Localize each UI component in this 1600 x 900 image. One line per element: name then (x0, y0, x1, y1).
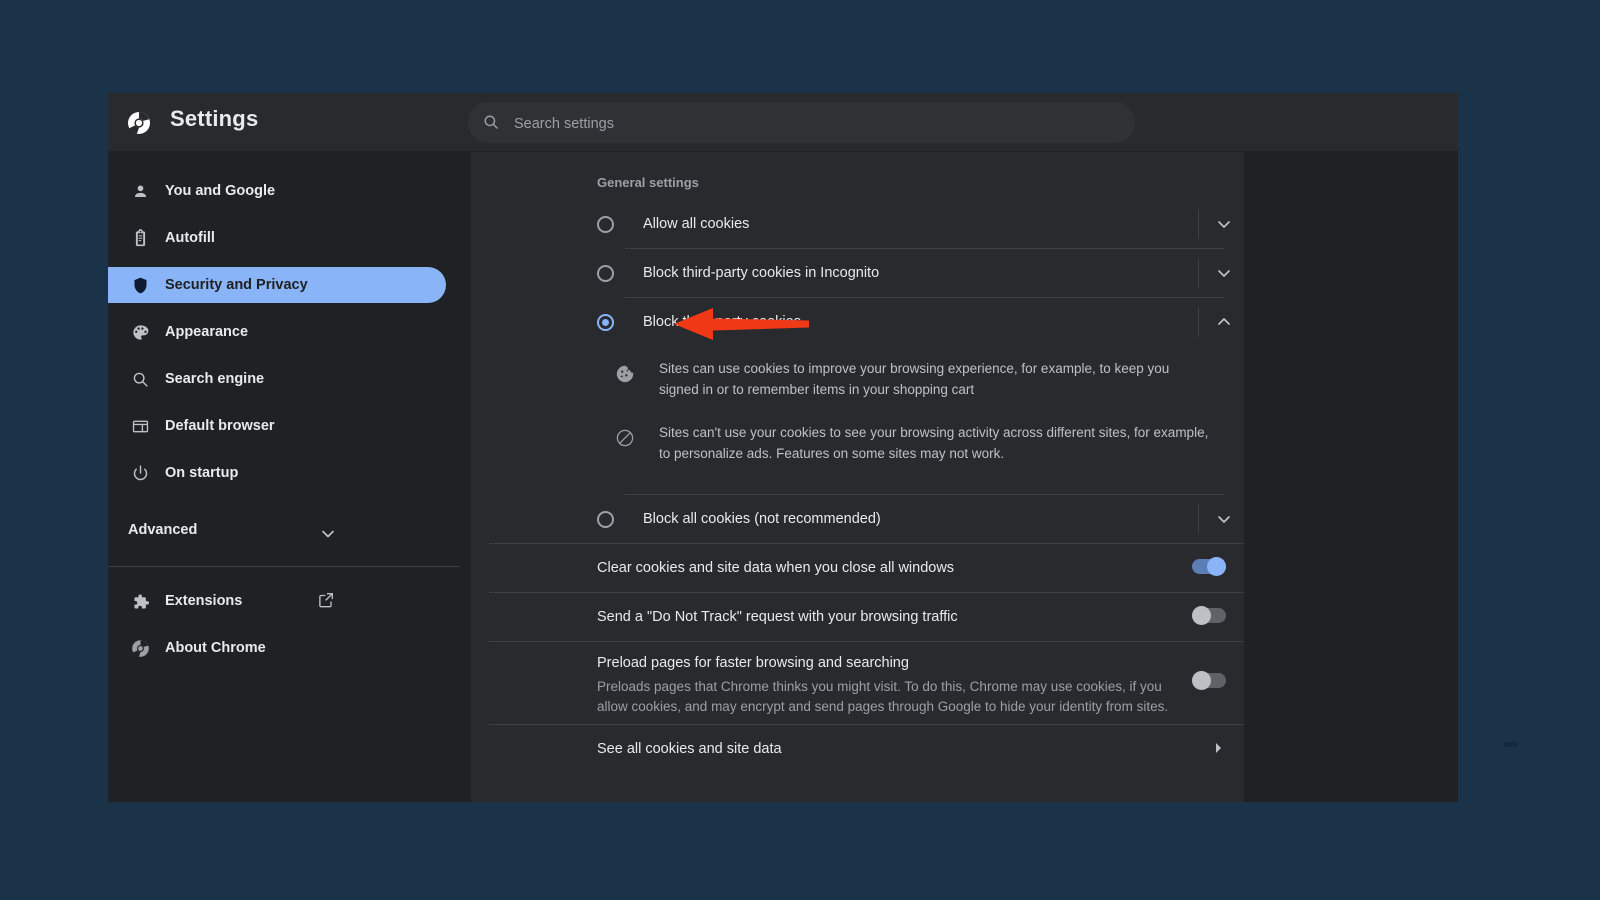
sidebar-item-autofill[interactable]: Autofill (108, 220, 446, 256)
toggle-knob (1192, 671, 1211, 690)
toggle-knob (1192, 606, 1211, 625)
palette-icon (130, 322, 150, 342)
person-icon (130, 181, 150, 201)
row-separator (1198, 307, 1199, 337)
sidebar-advanced-label: Advanced (128, 522, 197, 538)
toggle-row-preload-pages[interactable]: Preload pages for faster browsing and se… (489, 642, 1244, 724)
sidebar-item-search-engine[interactable]: Search engine (108, 361, 446, 397)
chevron-up-icon[interactable] (1215, 313, 1233, 331)
detail-text: Sites can use cookies to improve your br… (659, 358, 1212, 400)
chrome-logo-icon (130, 638, 150, 658)
chevron-down-icon[interactable] (1215, 510, 1233, 528)
screen-artifact (1504, 742, 1518, 747)
radio-row-block-all-cookies[interactable]: Block all cookies (not recommended) (489, 495, 1244, 543)
radio-label: Block third-party cookies in Incognito (643, 265, 879, 281)
detail-text: Sites can't use your cookies to see your… (659, 422, 1212, 464)
settings-sidebar: You and Google Autofill (108, 152, 470, 802)
sidebar-item-label: About Chrome (165, 640, 266, 656)
search-icon (482, 113, 500, 131)
sidebar-item-label: Appearance (165, 324, 248, 340)
toggle-row-clear-cookies-on-close[interactable]: Clear cookies and site data when you clo… (489, 544, 1244, 592)
power-icon (130, 463, 150, 483)
puzzle-icon (130, 591, 150, 611)
radio-label: Block all cookies (not recommended) (643, 511, 881, 527)
sidebar-item-on-startup[interactable]: On startup (108, 455, 446, 491)
chevron-right-icon[interactable] (1211, 741, 1225, 755)
open-in-new-icon[interactable] (317, 591, 335, 614)
toggle-switch-on[interactable] (1192, 559, 1226, 574)
toggle-row-do-not-track[interactable]: Send a "Do Not Track" request with your … (489, 593, 1244, 641)
row-separator (1198, 258, 1199, 288)
detail-row-cookies-allowed: Sites can use cookies to improve your br… (471, 354, 1244, 418)
chrome-settings-window: Settings (108, 93, 1458, 802)
radio-row-allow-all-cookies[interactable]: Allow all cookies (489, 200, 1244, 248)
toggle-label: Preload pages for faster browsing and se… (597, 655, 909, 671)
radio-button-selected[interactable] (597, 314, 614, 331)
chevron-down-icon[interactable] (1215, 264, 1233, 282)
search-box[interactable] (468, 102, 1135, 143)
sidebar-item-label: Security and Privacy (165, 277, 308, 293)
radio-button[interactable] (597, 216, 614, 233)
chevron-down-icon (322, 525, 334, 543)
link-row-see-all-cookies[interactable]: See all cookies and site data (489, 725, 1244, 773)
sidebar-item-label: Autofill (165, 230, 215, 246)
row-separator (1198, 209, 1199, 239)
radio-button[interactable] (597, 265, 614, 282)
detail-row-cookies-blocked: Sites can't use your cookies to see your… (471, 418, 1244, 482)
toggle-knob (1207, 557, 1226, 576)
chrome-logo-icon (127, 111, 151, 135)
radio-row-block-third-party-incognito[interactable]: Block third-party cookies in Incognito (489, 249, 1244, 297)
radio-row-block-third-party-cookies[interactable]: Block third-party cookies (489, 298, 1244, 346)
sidebar-item-label: Extensions (165, 593, 242, 609)
toggle-switch-off[interactable] (1192, 673, 1226, 688)
sidebar-item-appearance[interactable]: Appearance (108, 314, 446, 350)
sidebar-item-label: You and Google (165, 183, 275, 199)
settings-header: Settings (108, 93, 1458, 152)
chevron-down-icon[interactable] (1215, 215, 1233, 233)
radio-button[interactable] (597, 511, 614, 528)
sidebar-item-label: Default browser (165, 418, 275, 434)
sidebar-item-default-browser[interactable]: Default browser (108, 408, 446, 444)
sidebar-item-label: On startup (165, 465, 238, 481)
screenshot-root: Settings (0, 0, 1600, 900)
toggle-switch-off[interactable] (1192, 608, 1226, 623)
block-circle-icon (615, 428, 635, 448)
settings-content-card: General settings Allow all cookies Block… (470, 152, 1245, 802)
clipboard-icon (130, 228, 150, 248)
page-title: Settings (170, 106, 258, 132)
shield-icon (130, 275, 150, 295)
toggle-description: Preloads pages that Chrome thinks you mi… (597, 677, 1182, 717)
sidebar-item-advanced[interactable]: Advanced (108, 512, 470, 548)
sidebar-item-label: Search engine (165, 371, 264, 387)
expanded-details-panel: Sites can use cookies to improve your br… (471, 346, 1244, 494)
section-title: General settings (597, 175, 699, 190)
radio-label: Block third-party cookies (643, 314, 801, 330)
row-separator (1198, 504, 1199, 534)
link-label: See all cookies and site data (597, 741, 782, 757)
sidebar-item-about-chrome[interactable]: About Chrome (108, 630, 446, 666)
browser-window-icon (130, 416, 150, 436)
magnifier-icon (130, 369, 150, 389)
radio-label: Allow all cookies (643, 216, 749, 232)
toggle-label: Send a "Do Not Track" request with your … (597, 609, 958, 625)
sidebar-item-extensions[interactable]: Extensions (108, 583, 446, 619)
sidebar-item-security-and-privacy[interactable]: Security and Privacy (108, 267, 446, 303)
search-input[interactable] (512, 102, 1116, 145)
cookie-icon (615, 364, 635, 384)
sidebar-item-you-and-google[interactable]: You and Google (108, 173, 446, 209)
toggle-label: Clear cookies and site data when you clo… (597, 560, 954, 576)
